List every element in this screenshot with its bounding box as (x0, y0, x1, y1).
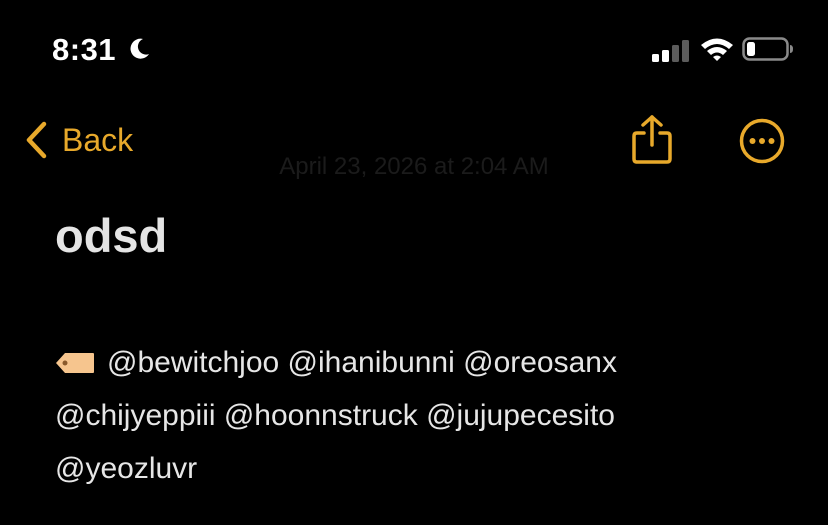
notes-app-screen: 8:31 Back April 23, 2026 at 2:04 AM odsd… (0, 0, 828, 525)
note-date: April 23, 2026 at 2:04 AM (279, 153, 549, 180)
battery-icon (742, 37, 793, 61)
note-body[interactable]: @bewitchjoo @ihanibunni @oreosanx @chijy… (55, 336, 795, 495)
note-line: @yeozluvr (55, 452, 198, 485)
label-tag-icon (56, 353, 94, 373)
status-time: 8:31 (52, 32, 117, 67)
wifi-icon (701, 38, 733, 61)
cellular-signal-icon (652, 40, 689, 62)
moon-icon (130, 38, 149, 59)
note-line-text: @bewitchjoo @ihanibunni @oreosanx (107, 346, 617, 379)
note-line: @bewitchjoo @ihanibunni @oreosanx (55, 336, 795, 389)
note-line: @chijyeppiii @hoonnstruck @jujupecesito (55, 399, 615, 432)
note-title[interactable]: odsd (55, 206, 167, 266)
